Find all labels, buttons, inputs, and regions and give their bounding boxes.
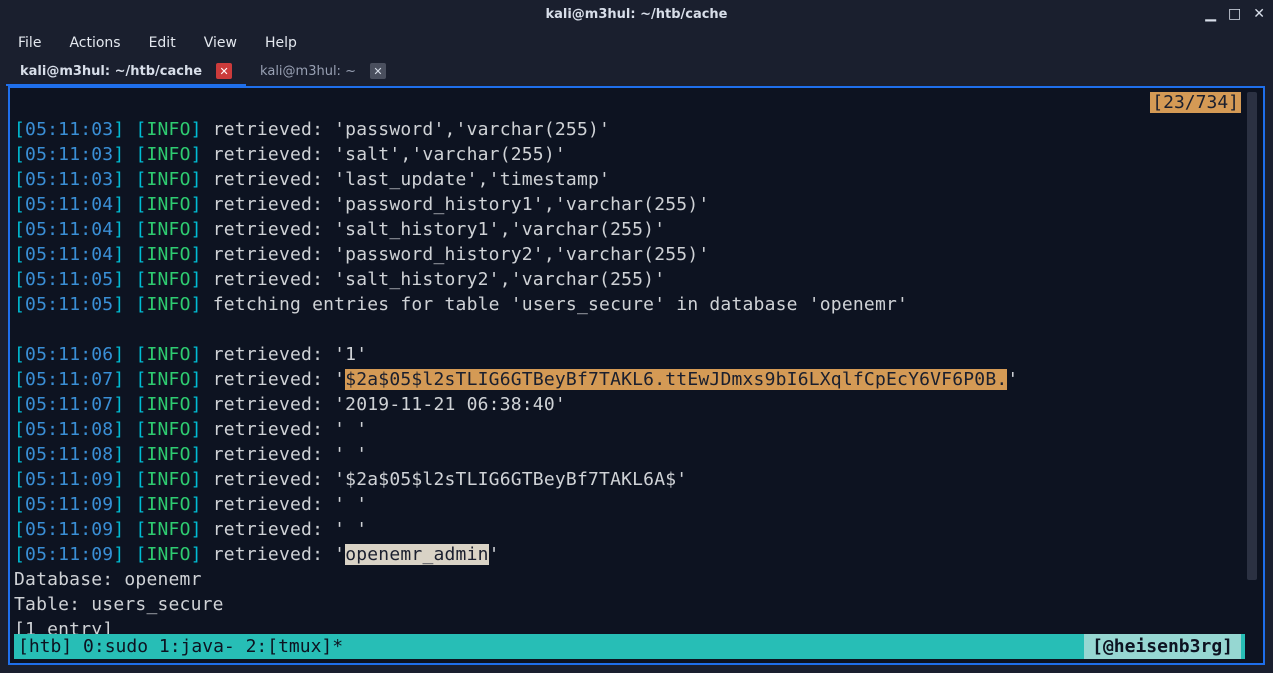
menu-actions[interactable]: Actions: [69, 35, 120, 51]
menu-edit[interactable]: Edit: [149, 35, 176, 51]
terminal-output[interactable]: [05:11:03] [INFO] retrieved: 'password',…: [14, 92, 1259, 659]
terminal-frame: [23/734] [05:11:03] [INFO] retrieved: 'p…: [8, 86, 1265, 665]
maximize-icon[interactable]: □: [1228, 6, 1241, 22]
summary-table: Table: users_secure: [14, 594, 224, 615]
minimize-icon[interactable]: ▁: [1205, 6, 1216, 22]
window-title: kali@m3hul: ~/htb/cache: [545, 7, 727, 22]
menu-view[interactable]: View: [204, 35, 237, 51]
window-titlebar: kali@m3hul: ~/htb/cache ▁ □ ✕: [0, 0, 1273, 28]
tab-label: kali@m3hul: ~: [260, 64, 356, 79]
close-icon[interactable]: ✕: [1253, 6, 1265, 22]
tmux-statusbar: [htb] 0:sudo 1:java- 2:[tmux]* [@heisenb…: [14, 634, 1245, 659]
menu-file[interactable]: File: [18, 35, 41, 51]
tab-close-icon[interactable]: ✕: [216, 63, 232, 79]
tmux-right: [@heisenb3rg]: [1084, 634, 1241, 659]
menu-bar: File Actions Edit View Help: [0, 28, 1273, 58]
tab-inactive[interactable]: kali@m3hul: ~ ✕: [246, 58, 406, 86]
tmux-left[interactable]: [htb] 0:sudo 1:java- 2:[tmux]*: [18, 634, 343, 659]
tab-label: kali@m3hul: ~/htb/cache: [20, 64, 202, 79]
summary-db: Database: openemr: [14, 569, 202, 590]
tab-active[interactable]: kali@m3hul: ~/htb/cache ✕: [6, 58, 246, 86]
menu-help[interactable]: Help: [265, 35, 297, 51]
tab-close-icon[interactable]: ✕: [370, 63, 386, 79]
admin-highlight: openemr_admin: [345, 544, 488, 565]
tab-bar: kali@m3hul: ~/htb/cache ✕ kali@m3hul: ~ …: [0, 58, 1273, 86]
hash-highlight: $2a$05$l2sTLIG6GTBeyBf7TAKL6.ttEwJDmxs9b…: [345, 369, 1007, 390]
